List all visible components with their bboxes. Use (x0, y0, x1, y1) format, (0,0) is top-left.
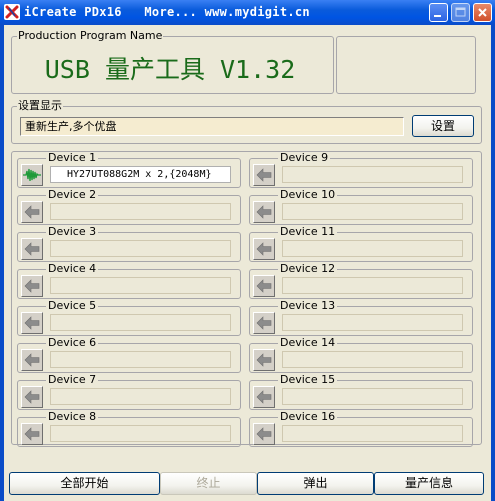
left-arrow-icon[interactable] (253, 312, 275, 334)
window-title: iCreate PDx16 More... www.mydigit.cn (24, 5, 310, 19)
device-slot: Device 11 (249, 226, 473, 262)
settings-button[interactable]: 设置 (412, 115, 474, 137)
device-slot: Device 5 (17, 300, 241, 336)
left-arrow-icon[interactable] (253, 201, 275, 223)
device-label: Device 4 (46, 262, 99, 275)
left-arrow-icon[interactable] (21, 312, 43, 334)
device-status-field (282, 425, 463, 442)
device-status-field (50, 425, 231, 442)
minimize-icon (434, 15, 441, 17)
left-arrow-icon[interactable] (253, 238, 275, 260)
info-button[interactable]: 量产信息 (374, 472, 484, 495)
close-button[interactable] (473, 3, 492, 22)
device-label: Device 3 (46, 225, 99, 238)
device-label: Device 10 (278, 188, 338, 201)
device-status-field (282, 166, 463, 183)
settings-group-label: 设置显示 (17, 99, 63, 112)
left-arrow-icon[interactable] (253, 275, 275, 297)
minimize-button[interactable] (429, 3, 448, 22)
device-label: Device 12 (278, 262, 338, 275)
device-label: Device 7 (46, 373, 99, 386)
device-slot: Device 15 (249, 374, 473, 410)
status-display: 重新生产,多个优盘 (20, 117, 404, 136)
device-slot: Device 7 (17, 374, 241, 410)
left-arrow-icon[interactable] (253, 423, 275, 445)
title-bar[interactable]: iCreate PDx16 More... www.mydigit.cn (0, 0, 495, 25)
device-label: Device 16 (278, 410, 338, 423)
device-slot: Device 6 (17, 337, 241, 373)
device-slot: Device 16 (249, 411, 473, 447)
device-label: Device 5 (46, 299, 99, 312)
device-slot: Device 3 (17, 226, 241, 262)
left-arrow-icon[interactable] (21, 349, 43, 371)
program-name-group: USB 量产工具 V1.32 (11, 36, 334, 94)
device-label: Device 9 (278, 151, 331, 164)
device-label: Device 2 (46, 188, 99, 201)
eject-button[interactable]: 弹出 (257, 472, 374, 495)
device-label: Device 11 (278, 225, 338, 238)
device-status-field (282, 351, 463, 368)
device-label: Device 15 (278, 373, 338, 386)
start-all-button[interactable]: 全部开始 (9, 472, 160, 495)
device-status-field (282, 388, 463, 405)
device-status-field: HY27UT088G2M x 2,{2048M} (50, 166, 231, 183)
device-status-field (282, 314, 463, 331)
device-status-field (50, 388, 231, 405)
left-arrow-icon[interactable] (21, 201, 43, 223)
left-arrow-icon[interactable] (253, 349, 275, 371)
program-aux-panel (336, 36, 476, 94)
device-label: Device 8 (46, 410, 99, 423)
left-arrow-icon[interactable] (21, 238, 43, 260)
program-name-group-label: Production Program Name (17, 29, 164, 42)
device-status-field (282, 203, 463, 220)
device-slot: Device 2 (17, 189, 241, 225)
left-arrow-icon[interactable] (21, 275, 43, 297)
left-arrow-icon[interactable] (253, 386, 275, 408)
device-slot: Device 4 (17, 263, 241, 299)
window-frame-right (491, 25, 495, 501)
device-slot: Device 1 HY27UT088G2M x 2,{2048M} (17, 152, 241, 188)
device-status-field (50, 277, 231, 294)
usb-activity-icon[interactable] (21, 164, 43, 186)
device-label: Device 1 (46, 151, 99, 164)
close-icon (478, 8, 487, 17)
device-slot: Device 13 (249, 300, 473, 336)
device-label: Device 14 (278, 336, 338, 349)
stop-button[interactable]: 终止 (160, 472, 257, 495)
left-arrow-icon[interactable] (253, 164, 275, 186)
device-status-field (282, 240, 463, 257)
device-status-field (50, 203, 231, 220)
device-label: Device 6 (46, 336, 99, 349)
maximize-button[interactable] (451, 3, 470, 22)
maximize-icon (455, 7, 466, 17)
device-slot: Device 8 (17, 411, 241, 447)
left-arrow-icon[interactable] (21, 386, 43, 408)
device-slot: Device 10 (249, 189, 473, 225)
device-slot: Device 12 (249, 263, 473, 299)
device-slot: Device 14 (249, 337, 473, 373)
device-status-field (282, 277, 463, 294)
app-tools-icon[interactable] (4, 4, 20, 20)
window-frame-left (0, 25, 4, 501)
program-name: USB 量产工具 V1.32 (44, 55, 296, 84)
left-arrow-icon[interactable] (21, 423, 43, 445)
device-status-field (50, 351, 231, 368)
device-slot: Device 9 (249, 152, 473, 188)
device-status-field (50, 240, 231, 257)
device-label: Device 13 (278, 299, 338, 312)
device-status-field (50, 314, 231, 331)
